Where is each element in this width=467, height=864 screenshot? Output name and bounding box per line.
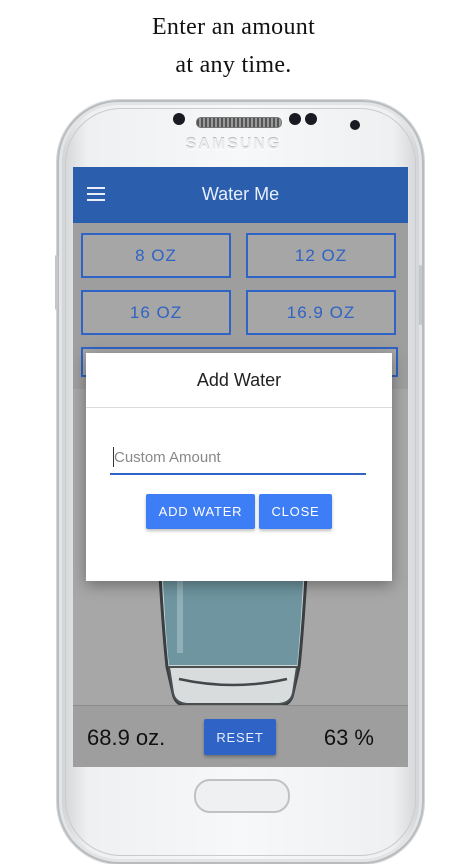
water-glass <box>157 559 309 708</box>
ounces-consumed: 68.9 oz. <box>87 725 166 750</box>
front-sensor-icon <box>173 113 185 125</box>
preset-16oz-button[interactable]: 16 OZ <box>81 290 231 335</box>
camera-lens-icon <box>350 120 360 130</box>
app-bar: Water Me <box>73 167 408 223</box>
text-cursor <box>113 447 114 467</box>
app-title: Water Me <box>201 184 280 204</box>
close-button[interactable]: CLOSE <box>259 494 332 529</box>
preset-16-9oz-button[interactable]: 16.9 OZ <box>246 290 396 335</box>
add-water-button[interactable]: ADD WATER <box>146 494 255 529</box>
front-camera-icon <box>289 113 301 125</box>
preset-12oz-button[interactable]: 12 OZ <box>246 233 396 278</box>
custom-amount-input[interactable] <box>110 441 366 475</box>
device-brand-logo: SAMSUNG <box>185 136 282 153</box>
caption-line-1: Enter an amount <box>151 14 316 40</box>
reset-button[interactable]: RESET <box>204 719 276 755</box>
caption-line-2: at any time. <box>175 52 292 78</box>
app-screen: Water Me 8 OZ 12 OZ 16 OZ 16.9 OZ 68.9 o… <box>73 167 408 767</box>
proximity-sensor-icon <box>305 113 317 125</box>
preset-8oz-button[interactable]: 8 OZ <box>81 233 231 278</box>
earpiece-speaker <box>196 117 282 128</box>
status-bar: 68.9 oz. RESET 63 % <box>73 705 408 767</box>
dialog-title: Add Water <box>86 353 392 408</box>
phone-side-button-right <box>419 265 422 325</box>
percent-of-goal: 63 % <box>323 725 374 750</box>
home-button[interactable] <box>194 779 290 813</box>
phone-side-button-left <box>55 255 58 310</box>
add-water-dialog: Add Water ADD WATER CLOSE <box>86 353 392 581</box>
